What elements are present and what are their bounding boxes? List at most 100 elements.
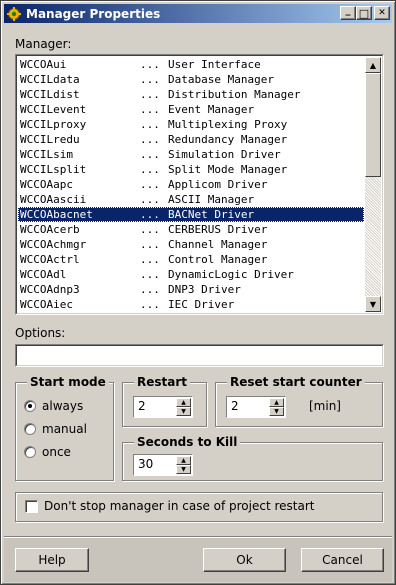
manager-name: WCCOAbacnet [20, 208, 93, 221]
radio-always-indicator[interactable] [24, 400, 36, 412]
seconds-to-kill-stepper[interactable]: 30 ▲ ▼ [133, 454, 193, 476]
dont-stop-label[interactable]: Don't stop manager in case of project re… [44, 499, 315, 513]
close-icon: ✕ [378, 7, 386, 18]
reset-counter-unit: [min] [309, 399, 341, 413]
cancel-button[interactable]: Cancel [301, 548, 384, 572]
radio-manual-indicator[interactable] [24, 423, 36, 435]
ok-button[interactable]: Ok [203, 548, 286, 572]
manager-name: WCCILevent [20, 103, 87, 116]
manager-description: Database Manager [168, 73, 274, 86]
minimize-icon: _ [345, 5, 351, 16]
title-bar[interactable]: Manager Properties _ □ ✕ [4, 4, 392, 23]
arrow-down-icon: ▼ [181, 465, 186, 473]
list-item[interactable]: WCCOAbacnet... BACNet Driver [18, 207, 364, 222]
radio-once-indicator[interactable] [24, 446, 36, 458]
list-item[interactable]: WCCILsim... Simulation Driver [18, 147, 364, 162]
list-item[interactable]: WCCOActrl... Control Manager [18, 252, 364, 267]
list-item[interactable]: WCCOAascii... ASCII Manager [18, 192, 364, 207]
manager-description: Multiplexing Proxy [168, 118, 288, 131]
dont-stop-group: Don't stop manager in case of project re… [15, 492, 383, 522]
radio-once[interactable]: once [24, 445, 71, 459]
scroll-up-button[interactable]: ▲ [365, 57, 381, 73]
manager-description: DynamicLogic Driver [168, 268, 294, 281]
seconds-to-kill-spin-buttons: ▲ ▼ [176, 456, 191, 474]
list-item[interactable]: WCCOAui... User Interface [18, 57, 364, 72]
radio-always[interactable]: always [24, 399, 83, 413]
list-item[interactable]: WCCOAiec... IEC Driver [18, 297, 364, 312]
manager-separator: ... [140, 193, 160, 206]
manager-description: Redundancy Manager [168, 133, 288, 146]
close-button[interactable]: ✕ [374, 6, 390, 20]
help-button[interactable]: Help [15, 548, 89, 572]
manager-name: WCCOAapc [20, 178, 73, 191]
window-title: Manager Properties [26, 6, 161, 21]
list-scrollbar[interactable]: ▲ ▼ [365, 57, 381, 312]
list-item[interactable]: WCCILdata... Database Manager [18, 72, 364, 87]
manager-label: Manager: [15, 37, 72, 51]
list-item[interactable]: WCCILproxy... Multiplexing Proxy [18, 117, 364, 132]
list-item[interactable]: WCCILevent... Event Manager [18, 102, 364, 117]
manager-separator: ... [140, 208, 160, 221]
manager-separator: ... [140, 223, 160, 236]
list-item[interactable]: WCCOAcerb... CERBERUS Driver [18, 222, 364, 237]
restart-spin-buttons: ▲ ▼ [176, 398, 191, 416]
manager-separator: ... [140, 178, 160, 191]
gear-icon [7, 6, 21, 21]
dont-stop-checkbox[interactable] [25, 500, 38, 513]
start-mode-title: Start mode [27, 375, 109, 389]
seconds-to-kill-increment[interactable]: ▲ [176, 456, 191, 465]
scroll-thumb[interactable] [365, 73, 381, 177]
list-item[interactable]: WCCILsplit... Split Mode Manager [18, 162, 364, 177]
manager-list: WCCOAui... User Interface WCCILdata... Data… [18, 57, 364, 312]
arrow-up-icon: ▲ [181, 398, 186, 406]
list-item[interactable]: WCCILdist... Distribution Manager [18, 87, 364, 102]
arrow-up-icon: ▲ [369, 60, 377, 70]
manager-description: Simulation Driver [168, 148, 281, 161]
manager-name: WCCOAdnp3 [20, 283, 80, 296]
seconds-to-kill-decrement[interactable]: ▼ [176, 465, 191, 474]
manager-description: ASCII Manager [168, 193, 255, 206]
radio-once-label: once [42, 445, 71, 459]
manager-separator: ... [140, 163, 160, 176]
list-item[interactable]: WCCOAdnp3... DNP3 Driver [18, 282, 364, 297]
arrow-up-icon: ▲ [181, 456, 186, 464]
list-item[interactable]: WCCOAchmgr... Channel Manager [18, 237, 364, 252]
list-item[interactable]: WCCOAdl... DynamicLogic Driver [18, 267, 364, 282]
scroll-down-button[interactable]: ▼ [365, 296, 381, 312]
window-controls: _ □ ✕ [340, 6, 390, 20]
restart-stepper[interactable]: 2 ▲ ▼ [133, 396, 193, 418]
manager-separator: ... [140, 58, 160, 71]
radio-manual-label: manual [42, 422, 87, 436]
manager-name: WCCILsplit [20, 163, 87, 176]
restart-decrement[interactable]: ▼ [176, 407, 191, 416]
manager-name: WCCILproxy [20, 118, 87, 131]
manager-separator: ... [140, 148, 160, 161]
manager-name: WCCOAiec [20, 298, 73, 311]
arrow-down-icon: ▼ [369, 299, 377, 309]
manager-name: WCCILdist [20, 88, 80, 101]
maximize-icon: □ [358, 6, 370, 20]
manager-name: WCCOAascii [20, 193, 87, 206]
restart-title: Restart [134, 375, 191, 389]
arrow-down-icon: ▼ [274, 407, 279, 415]
manager-description: IEC Driver [168, 298, 235, 311]
maximize-button[interactable]: □ [356, 6, 372, 20]
options-input-box[interactable] [16, 345, 383, 366]
reset-counter-increment[interactable]: ▲ [269, 398, 284, 407]
manager-description: Control Manager [168, 253, 268, 266]
manager-listbox[interactable]: WCCOAui... User Interface WCCILdata... Data… [15, 54, 384, 315]
radio-manual[interactable]: manual [24, 422, 87, 436]
reset-counter-spin-buttons: ▲ ▼ [269, 398, 284, 416]
options-field[interactable] [15, 344, 384, 367]
list-item[interactable]: WCCILredu... Redundancy Manager [18, 132, 364, 147]
manager-name: WCCOAchmgr [20, 238, 87, 251]
reset-counter-stepper[interactable]: 2 ▲ ▼ [226, 396, 286, 418]
list-item[interactable]: WCCOAapc... Applicom Driver [18, 177, 364, 192]
manager-name: WCCOAcerb [20, 223, 80, 236]
reset-counter-decrement[interactable]: ▼ [269, 407, 284, 416]
manager-description: CERBERUS Driver [168, 223, 268, 236]
minimize-button[interactable]: _ [340, 6, 356, 20]
reset-counter-title: Reset start counter [227, 375, 365, 389]
restart-increment[interactable]: ▲ [176, 398, 191, 407]
manager-description: Applicom Driver [168, 178, 268, 191]
